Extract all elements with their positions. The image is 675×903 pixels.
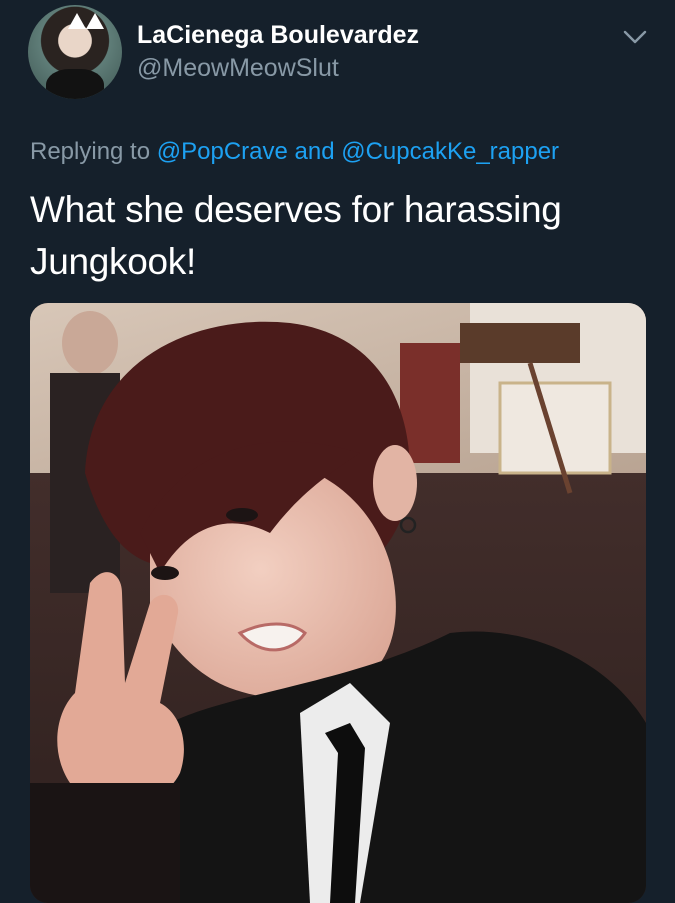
- selfie-photo: [30, 303, 646, 903]
- avatar[interactable]: [28, 5, 122, 99]
- replying-prefix: Replying to: [30, 138, 151, 165]
- reply-joiner: and: [294, 138, 335, 165]
- user-handle[interactable]: @MeowMeowSlut: [137, 52, 339, 84]
- replying-to: Replying to @PopCrave and @CupcakKe_rapp…: [30, 136, 559, 168]
- display-name[interactable]: LaCienega Boulevardez: [137, 19, 419, 51]
- cat-ear-right: [86, 13, 104, 29]
- reply-mention-cupcakke[interactable]: @CupcakKe_rapper: [341, 138, 559, 165]
- tweet-media[interactable]: [30, 303, 646, 903]
- avatar-body: [46, 69, 104, 99]
- cat-ear-left: [68, 13, 86, 29]
- tweet-text: What she deserves for harassing Jungkook…: [30, 189, 562, 282]
- tweet-header: LaCienega Boulevardez @MeowMeowSlut: [0, 0, 675, 110]
- reply-mention-popcrave[interactable]: @PopCrave: [157, 138, 288, 165]
- chevron-down-icon[interactable]: [620, 24, 650, 50]
